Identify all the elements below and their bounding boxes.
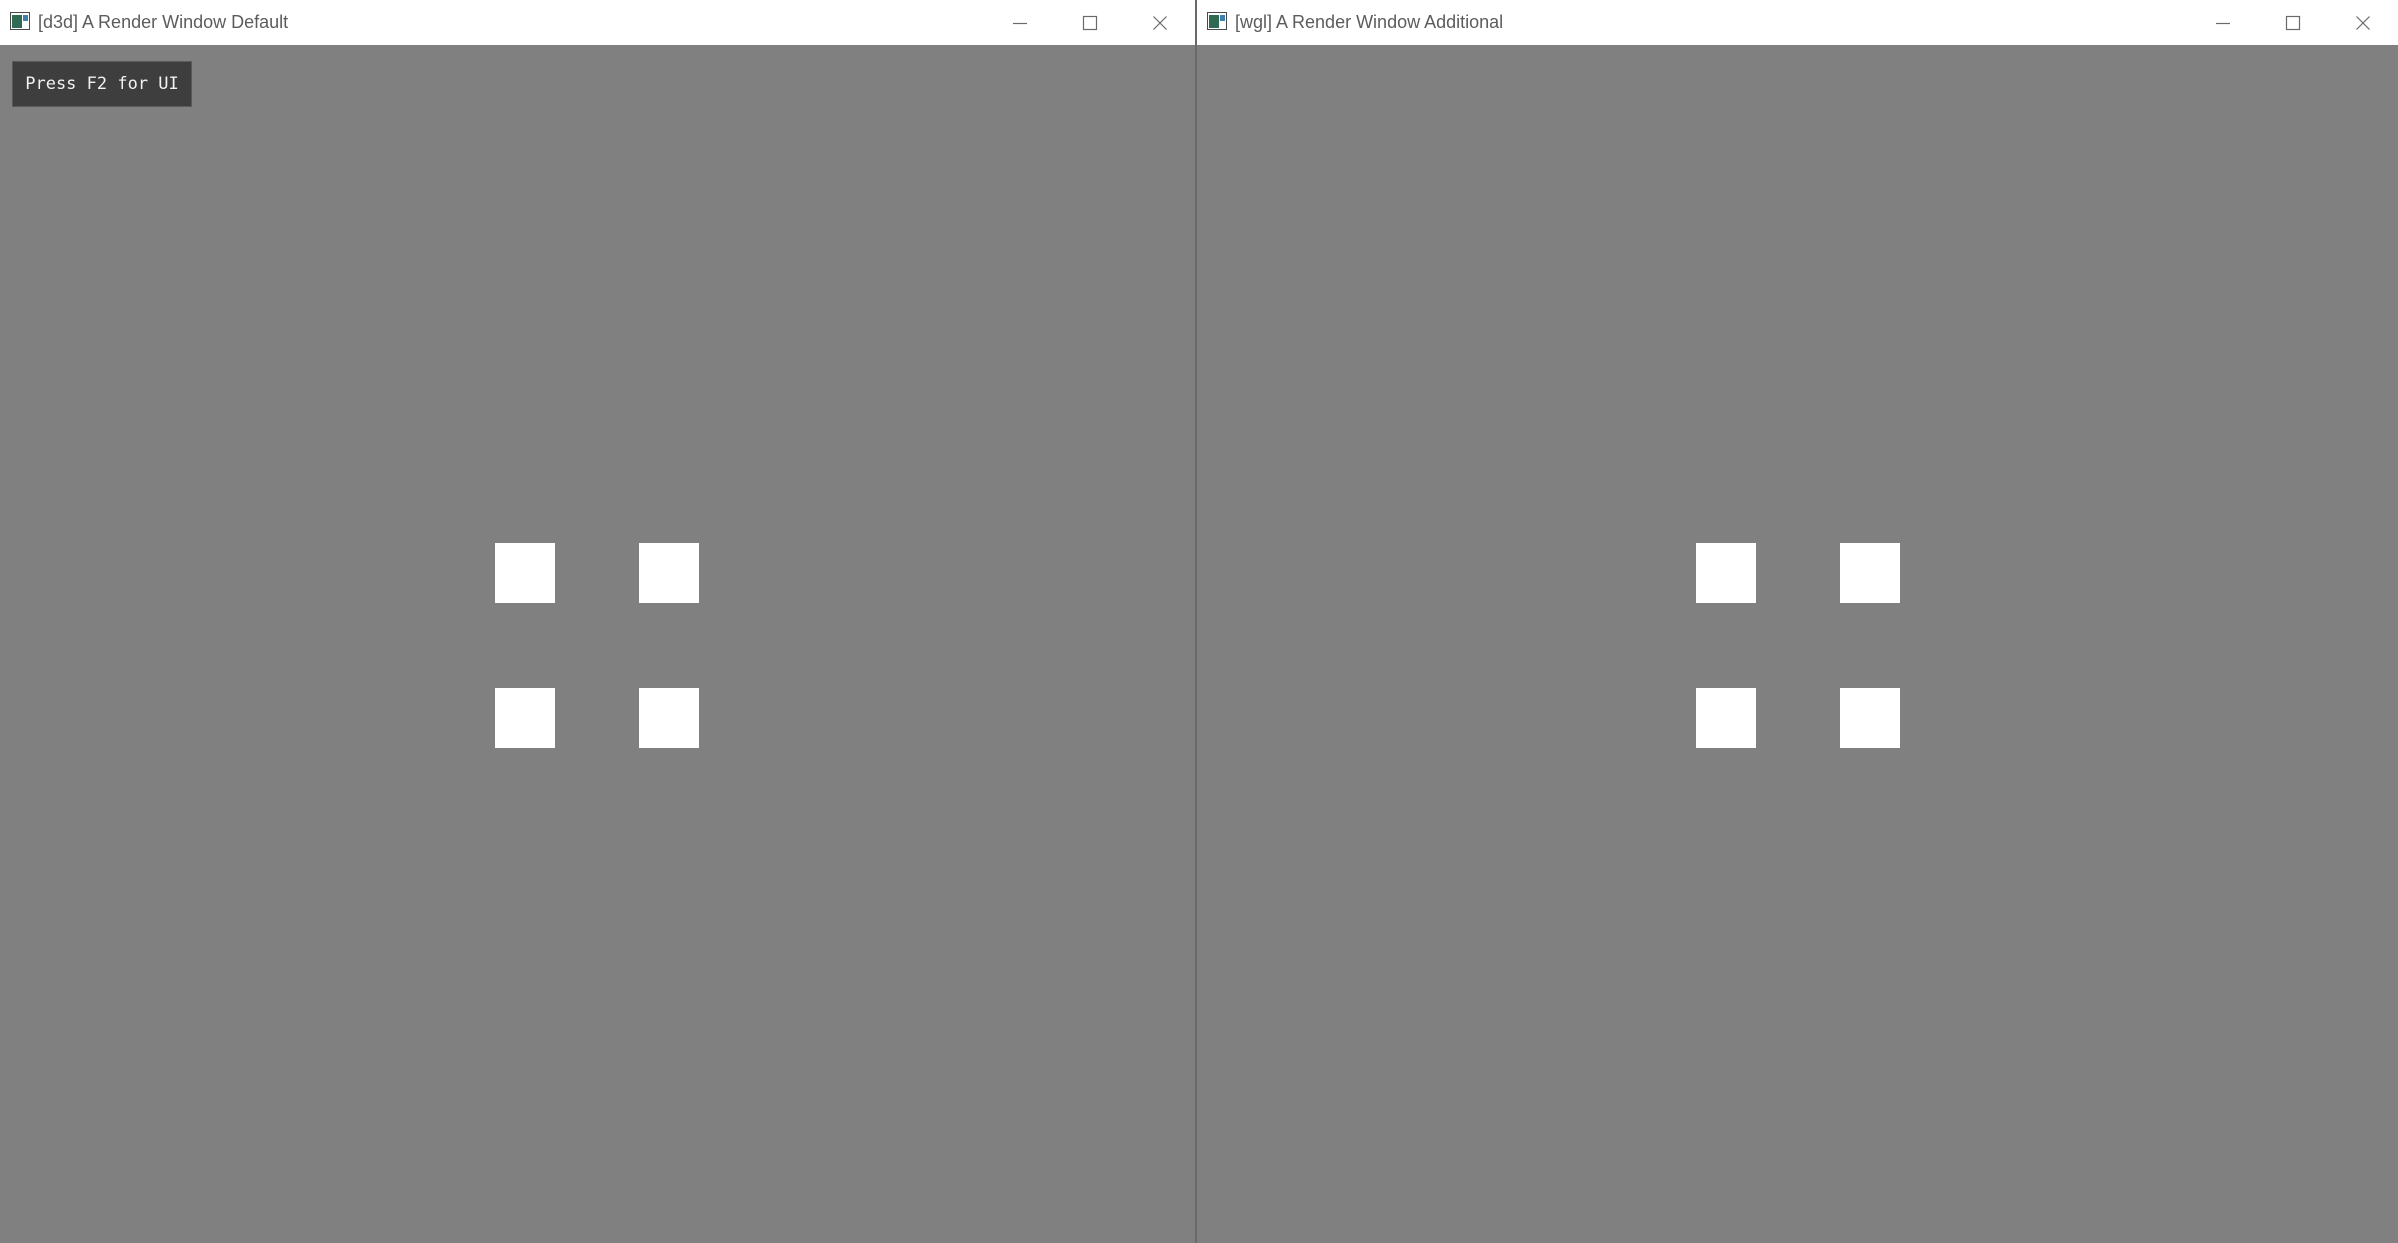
minimize-button[interactable]	[985, 0, 1055, 45]
close-button[interactable]	[2328, 0, 2398, 45]
window-title: [wgl] A Render Window Additional	[1235, 12, 1504, 32]
render-window-default[interactable]: [d3d] A Render Window Default Press F2 f…	[0, 0, 1195, 1243]
title-bar[interactable]: [d3d] A Render Window Default	[0, 0, 1195, 45]
white-square-top-left	[495, 543, 555, 603]
app-icon	[1207, 12, 1227, 30]
white-square-bottom-left	[495, 688, 555, 748]
title-bar[interactable]: [wgl] A Render Window Additional	[1197, 0, 2398, 45]
maximize-icon	[1082, 15, 1098, 30]
minimize-icon	[2216, 22, 2230, 24]
render-viewport[interactable]	[1197, 45, 2398, 1243]
maximize-button[interactable]	[1055, 0, 1125, 45]
white-square-bottom-right	[639, 688, 699, 748]
minimize-icon	[1013, 22, 1027, 24]
render-viewport[interactable]: Press F2 for UI	[0, 45, 1195, 1243]
white-square-top-right	[1840, 543, 1900, 603]
white-square-top-left	[1696, 543, 1756, 603]
minimize-button[interactable]	[2188, 0, 2258, 45]
white-square-bottom-right	[1840, 688, 1900, 748]
window-title: [d3d] A Render Window Default	[38, 12, 289, 32]
maximize-button[interactable]	[2258, 0, 2328, 45]
close-button[interactable]	[1125, 0, 1195, 45]
white-square-bottom-left	[1696, 688, 1756, 748]
press-f2-hint: Press F2 for UI	[12, 61, 192, 107]
maximize-icon	[2285, 15, 2301, 30]
white-square-top-right	[639, 543, 699, 603]
close-icon	[2356, 15, 2370, 30]
render-window-additional[interactable]: [wgl] A Render Window Additional	[1197, 0, 2398, 1243]
app-icon	[10, 12, 30, 30]
close-icon	[1153, 15, 1167, 30]
